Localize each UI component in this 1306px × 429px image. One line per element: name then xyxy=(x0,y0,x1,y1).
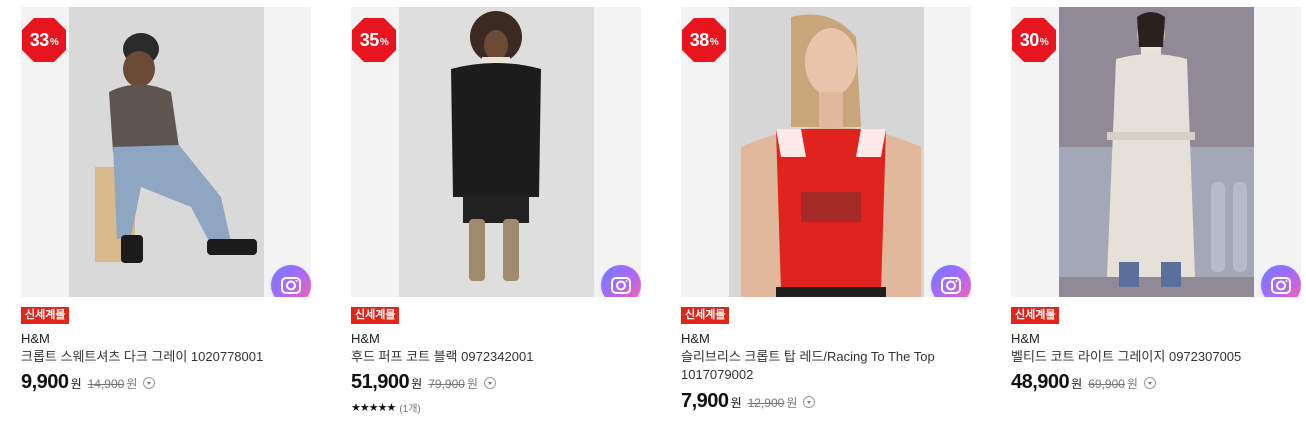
original-price-unit: 원 xyxy=(126,377,138,391)
camera-search-button[interactable] xyxy=(1261,265,1301,297)
camera-icon xyxy=(281,277,301,294)
review-count: (1개) xyxy=(399,404,421,415)
sale-price: 51,900 xyxy=(351,371,410,393)
product-brand[interactable]: H&M xyxy=(21,331,50,346)
product-name[interactable]: 크롭트 스웨트셔츠 다크 그레이 1020778001 xyxy=(21,348,311,366)
price-unit: 원 xyxy=(730,396,742,410)
discount-badge: 33% xyxy=(21,17,67,63)
price-info-icon[interactable] xyxy=(1143,377,1156,389)
discount-badge: 38% xyxy=(681,17,727,63)
price-unit: 원 xyxy=(411,377,423,391)
camera-search-button[interactable] xyxy=(601,265,641,297)
rating[interactable]: ★★★★★ (1개) xyxy=(351,400,421,415)
camera-icon xyxy=(611,277,631,294)
rating-stars: ★★★★★ xyxy=(351,402,396,414)
original-price-unit: 원 xyxy=(466,377,478,391)
mall-badge: 신세계몰 xyxy=(21,307,70,324)
sale-price: 9,900 xyxy=(21,371,69,393)
price-unit: 원 xyxy=(70,377,82,391)
product-name[interactable]: 슬리브리스 크롭트 탑 레드/Racing To The Top 1017079… xyxy=(681,348,971,384)
original-price: 79,900 xyxy=(428,377,465,391)
original-price-unit: 원 xyxy=(786,396,798,410)
sale-price: 48,900 xyxy=(1011,371,1070,393)
mall-badge: 신세계몰 xyxy=(351,307,400,324)
mall-badge: 신세계몰 xyxy=(1011,307,1060,324)
original-price: 69,900 xyxy=(1088,377,1125,391)
camera-icon xyxy=(941,277,961,294)
discount-badge: 35% xyxy=(351,17,397,63)
product-image[interactable]: 38% xyxy=(681,7,971,297)
product-brand[interactable]: H&M xyxy=(1011,331,1040,346)
camera-icon xyxy=(1271,277,1291,294)
camera-search-button[interactable] xyxy=(931,265,971,297)
mall-badge: 신세계몰 xyxy=(681,307,730,324)
product-name[interactable]: 벨티드 코트 라이트 그레이지 0972307005 xyxy=(1011,348,1301,366)
price-unit: 원 xyxy=(1071,377,1083,391)
product-brand[interactable]: H&M xyxy=(681,331,710,346)
product-brand[interactable]: H&M xyxy=(351,331,380,346)
discount-badge: 30% xyxy=(1011,17,1057,63)
original-price-unit: 원 xyxy=(1126,377,1138,391)
sale-price: 7,900 xyxy=(681,390,729,412)
price-info-icon[interactable] xyxy=(483,377,496,389)
price-info-icon[interactable] xyxy=(143,377,156,389)
original-price: 12,900 xyxy=(747,396,785,410)
product-image[interactable]: 30% xyxy=(1011,7,1301,297)
price-info-icon[interactable] xyxy=(803,396,816,408)
price-row: 9,900 원 14,900 원 xyxy=(21,371,156,394)
price-row: 51,900 원 79,900 원 xyxy=(351,371,496,394)
price-row: 7,900 원 12,900 원 xyxy=(681,390,816,413)
price-row: 48,900 원 69,900 원 xyxy=(1011,371,1156,394)
product-image[interactable]: 33% xyxy=(21,7,311,297)
product-grid: 33% 신세계몰 H&M 크롭트 스웨트셔츠 다크 그레이 1020778001… xyxy=(0,0,1306,429)
camera-search-button[interactable] xyxy=(271,265,311,297)
product-image[interactable]: 35% xyxy=(351,7,641,297)
original-price: 14,900 xyxy=(87,377,125,391)
product-name[interactable]: 후드 퍼프 코트 블랙 0972342001 xyxy=(351,348,641,366)
